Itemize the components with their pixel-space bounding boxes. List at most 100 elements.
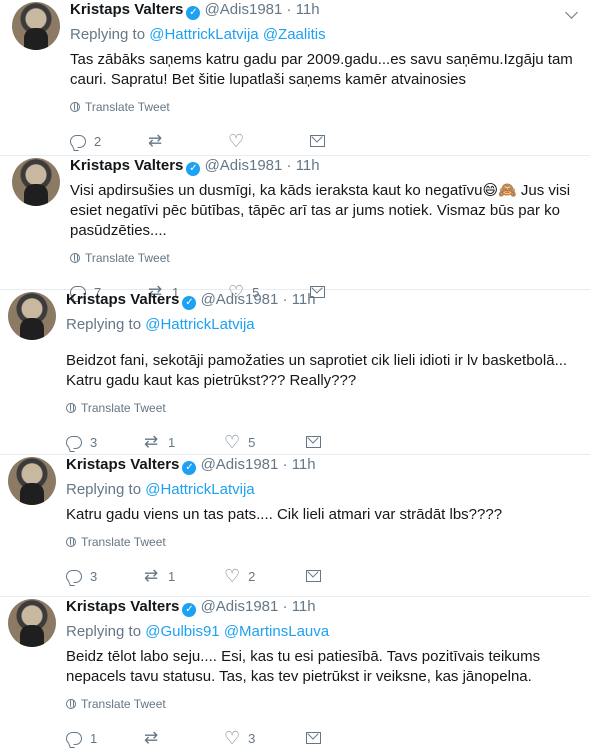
reply-icon [70,134,86,148]
timestamp[interactable]: 11h [292,598,316,615]
reply-icon [66,435,82,449]
heart-icon: ♡ [224,566,241,586]
reply-button[interactable]: 3 [66,432,97,452]
tweet-timeline: Kristaps Valters ✓ @Adis1981 · 11h Replyi… [0,0,590,755]
translate-tweet-link[interactable]: Translate Tweet [66,696,580,712]
reply-count: 3 [90,434,98,450]
author-name[interactable]: Kristaps Valters [66,456,179,473]
tweet-actions: 3 ⇄ 1 ♡ 5 [66,432,580,454]
retweet-icon: ⇄ [143,728,159,747]
tweet-content: Kristaps Valters ✓ @Adis1981 · 11h Replyi… [66,455,580,588]
direct-message-button[interactable] [306,432,321,452]
translate-tweet-link[interactable]: Translate Tweet [66,400,580,416]
tweet[interactable]: Kristaps Valters ✓ @Adis1981 · 11h Replyi… [0,455,590,597]
replying-to: Replying to @Gulbis91 @MartinsLauva [66,622,580,642]
author-handle[interactable]: @Adis1981 [205,157,283,174]
tweet-text: Tas zābāks saņems katru gadu par 2009.ga… [70,51,573,88]
author-name[interactable]: Kristaps Valters [66,598,179,615]
mention-link[interactable]: @HattrickLatvija [149,26,258,43]
reply-icon [66,731,82,745]
translate-tweet-link[interactable]: Translate Tweet [70,99,580,115]
translate-label: Translate Tweet [85,251,170,265]
retweet-button[interactable]: ⇄ [142,728,168,748]
author-name[interactable]: Kristaps Valters [66,291,179,308]
timestamp[interactable]: 11h [292,456,316,473]
direct-message-button[interactable] [310,131,325,151]
heart-icon: ♡ [224,728,241,748]
heart-icon: ♡ [224,432,241,452]
tweet-header: Kristaps Valters ✓ @Adis1981 · 11h [66,455,580,475]
heart-icon: ♡ [228,131,245,151]
tweet-actions: 2 ⇄ ♡ [70,131,580,153]
reply-count: 1 [90,730,98,746]
reply-button[interactable]: 2 [70,131,101,151]
reply-button[interactable]: 1 [66,728,97,748]
tweet[interactable]: Kristaps Valters ✓ @Adis1981 · 11h Visi a… [0,156,590,301]
reply-icon [66,569,82,583]
tweet-content: Kristaps Valters ✓ @Adis1981 · 11h Replyi… [70,0,580,153]
translate-label: Translate Tweet [81,401,166,415]
globe-icon [66,699,76,709]
replying-to-label: Replying to [66,623,142,640]
tweet-content: Kristaps Valters ✓ @Adis1981 · 11h Replyi… [66,290,580,454]
retweet-icon: ⇄ [147,131,163,150]
translate-tweet-link[interactable]: Translate Tweet [70,250,580,266]
author-handle[interactable]: @Adis1981 [201,598,279,615]
mention-link[interactable]: @Gulbis91 [145,623,219,640]
tweet-text: Katru gadu viens un tas pats.... Cik lie… [66,506,503,523]
retweet-count: 1 [168,568,176,584]
tweet-header: Kristaps Valters ✓ @Adis1981 · 11h [66,597,580,617]
like-button[interactable]: ♡ 2 [224,566,255,586]
retweet-count: 1 [168,434,176,450]
tweet[interactable]: Kristaps Valters ✓ @Adis1981 · 11h Replyi… [0,290,590,455]
separator-dot: · [282,291,288,308]
timestamp[interactable]: 11h [296,1,320,18]
reply-button[interactable]: 3 [66,566,97,586]
retweet-icon: ⇄ [143,566,159,585]
tweet[interactable]: Kristaps Valters ✓ @Adis1981 · 11h Replyi… [0,0,590,156]
like-button[interactable]: ♡ 5 [224,432,255,452]
like-button[interactable]: ♡ 3 [224,728,255,748]
envelope-icon [306,570,321,582]
avatar[interactable] [12,158,60,206]
tweet-text: Beidz tēlot labo seju.... Esi, kas tu es… [66,648,541,685]
avatar[interactable] [12,2,60,50]
retweet-button[interactable]: ⇄ 1 [142,432,175,452]
like-count: 2 [248,568,256,584]
direct-message-button[interactable] [306,566,321,586]
replying-to-label: Replying to [70,26,146,43]
verified-badge-icon: ✓ [182,603,197,617]
like-button[interactable]: ♡ [228,131,252,151]
translate-label: Translate Tweet [85,100,170,114]
translate-tweet-link[interactable]: Translate Tweet [66,534,580,550]
tweet-text: Beidzot fani, sekotāji pamožaties un sap… [66,352,568,389]
author-name[interactable]: Kristaps Valters [70,1,183,18]
timestamp[interactable]: 11h [296,157,320,174]
timestamp[interactable]: 11h [292,291,316,308]
avatar[interactable] [8,599,56,647]
like-count: 5 [248,434,256,450]
author-handle[interactable]: @Adis1981 [201,456,279,473]
verified-badge-icon: ✓ [182,461,197,475]
tweet-content: Kristaps Valters ✓ @Adis1981 · 11h Replyi… [66,597,580,750]
mention-link[interactable]: @HattrickLatvija [145,316,254,333]
author-handle[interactable]: @Adis1981 [205,1,283,18]
retweet-button[interactable]: ⇄ 1 [142,566,175,586]
tweet[interactable]: Kristaps Valters ✓ @Adis1981 · 11h Replyi… [0,597,590,755]
verified-badge-icon: ✓ [186,162,201,176]
mention-link[interactable]: @Zaalitis [263,26,326,43]
replying-to-label: Replying to [66,316,142,333]
retweet-button[interactable]: ⇄ [146,131,172,151]
like-count: 3 [248,730,256,746]
avatar[interactable] [8,292,56,340]
separator-dot: · [286,1,292,18]
avatar[interactable] [8,457,56,505]
author-handle[interactable]: @Adis1981 [201,291,279,308]
mention-link[interactable]: @MartinsLauva [224,623,329,640]
mention-link[interactable]: @HattrickLatvija [145,481,254,498]
direct-message-button[interactable] [306,728,321,748]
tweet-header: Kristaps Valters ✓ @Adis1981 · 11h [66,290,580,310]
author-name[interactable]: Kristaps Valters [70,157,183,174]
tweet-content: Kristaps Valters ✓ @Adis1981 · 11h Visi a… [70,156,580,304]
globe-icon [70,253,80,263]
